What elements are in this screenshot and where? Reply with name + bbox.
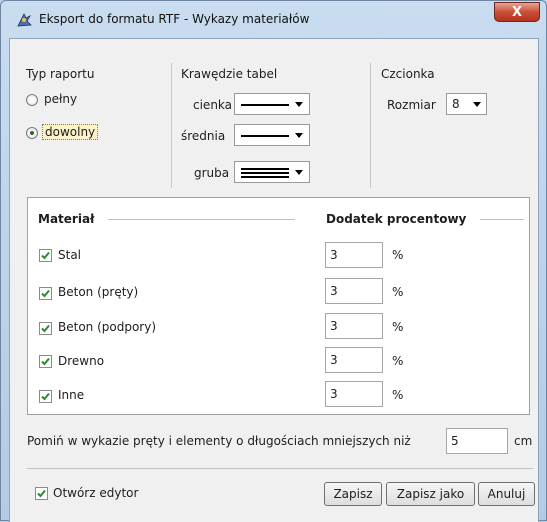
percent-unit: % <box>392 320 404 334</box>
header-line <box>480 219 524 220</box>
font-size-select[interactable]: 8 <box>446 93 487 115</box>
material-name: Stal <box>58 248 82 262</box>
close-icon: X <box>511 5 523 20</box>
thick-line-sample-2 <box>241 172 289 174</box>
font-size-value: 8 <box>452 97 460 111</box>
material-checkbox-drewno[interactable] <box>39 355 52 368</box>
chevron-down-icon <box>295 133 303 138</box>
thick-line-sample-3 <box>241 176 289 178</box>
border-thick-select[interactable] <box>234 161 310 183</box>
percent-unit: % <box>392 388 404 402</box>
material-name: Inne <box>58 388 85 402</box>
dialog-window: Eksport do formatu RTF - Wykazy materiał… <box>0 0 547 522</box>
material-column-header: Materiał <box>38 212 95 226</box>
material-percent-input[interactable]: 3 <box>325 381 383 407</box>
medium-line-sample <box>241 135 289 137</box>
percent-column-header: Dodatek procentowy <box>326 212 467 226</box>
radio-full-label[interactable]: pełny <box>44 92 77 106</box>
cancel-button[interactable]: Anuluj <box>478 482 535 506</box>
material-percent-input[interactable]: 3 <box>325 278 383 304</box>
thick-line-sample-1 <box>241 168 289 170</box>
border-thin-label: cienka <box>193 98 233 112</box>
app-icon <box>15 11 33 29</box>
material-name: Beton (podpory) <box>58 320 157 334</box>
material-percent-input[interactable]: 3 <box>325 242 383 268</box>
border-medium-label: średnia <box>181 129 226 143</box>
save-as-button[interactable]: Zapisz jako <box>386 482 475 506</box>
open-editor-checkbox[interactable] <box>35 487 48 500</box>
chevron-down-icon <box>473 102 481 107</box>
radio-custom-label[interactable]: dowolny <box>42 124 99 140</box>
separator <box>370 63 371 188</box>
footer-divider <box>27 468 533 469</box>
percent-unit: % <box>392 248 404 262</box>
material-name: Drewno <box>58 354 105 368</box>
materials-panel: Materiał Dodatek procentowy Stal 3 % Bet… <box>27 197 530 415</box>
title-bar[interactable]: Eksport do formatu RTF - Wykazy materiał… <box>1 1 546 37</box>
radio-full[interactable] <box>26 94 38 106</box>
material-checkbox-beton-prety[interactable] <box>39 287 52 300</box>
percent-unit: % <box>392 285 404 299</box>
material-checkbox-stal[interactable] <box>39 249 52 262</box>
material-percent-input[interactable]: 3 <box>325 347 383 373</box>
table-borders-label: Krawędzie tabel <box>181 67 278 81</box>
thin-line-sample <box>241 104 289 106</box>
font-label: Czcionka <box>381 67 435 81</box>
radio-custom[interactable] <box>26 127 38 139</box>
border-thick-label: gruba <box>194 166 230 180</box>
omit-length-input[interactable]: 5 <box>446 428 508 454</box>
close-button[interactable]: X <box>494 2 540 22</box>
save-button[interactable]: Zapisz <box>324 482 382 506</box>
window-title: Eksport do formatu RTF - Wykazy materiał… <box>39 12 310 26</box>
material-percent-input[interactable]: 3 <box>325 313 383 339</box>
omit-unit: cm <box>514 434 533 448</box>
separator <box>171 63 172 188</box>
report-type-label: Typ raportu <box>26 67 95 81</box>
material-checkbox-beton-podpory[interactable] <box>39 322 52 335</box>
border-thin-select[interactable] <box>234 93 310 115</box>
open-editor-label[interactable]: Otwórz edytor <box>53 486 138 500</box>
percent-unit: % <box>392 354 404 368</box>
chevron-down-icon <box>295 102 303 107</box>
font-size-label: Rozmiar <box>387 98 436 112</box>
border-medium-select[interactable] <box>234 124 310 146</box>
header-line <box>108 219 295 220</box>
material-name: Beton (pręty) <box>58 285 139 299</box>
material-checkbox-inne[interactable] <box>39 390 52 403</box>
chevron-down-icon <box>295 170 303 175</box>
omit-label: Pomiń w wykazie pręty i elementy o długo… <box>27 434 411 448</box>
